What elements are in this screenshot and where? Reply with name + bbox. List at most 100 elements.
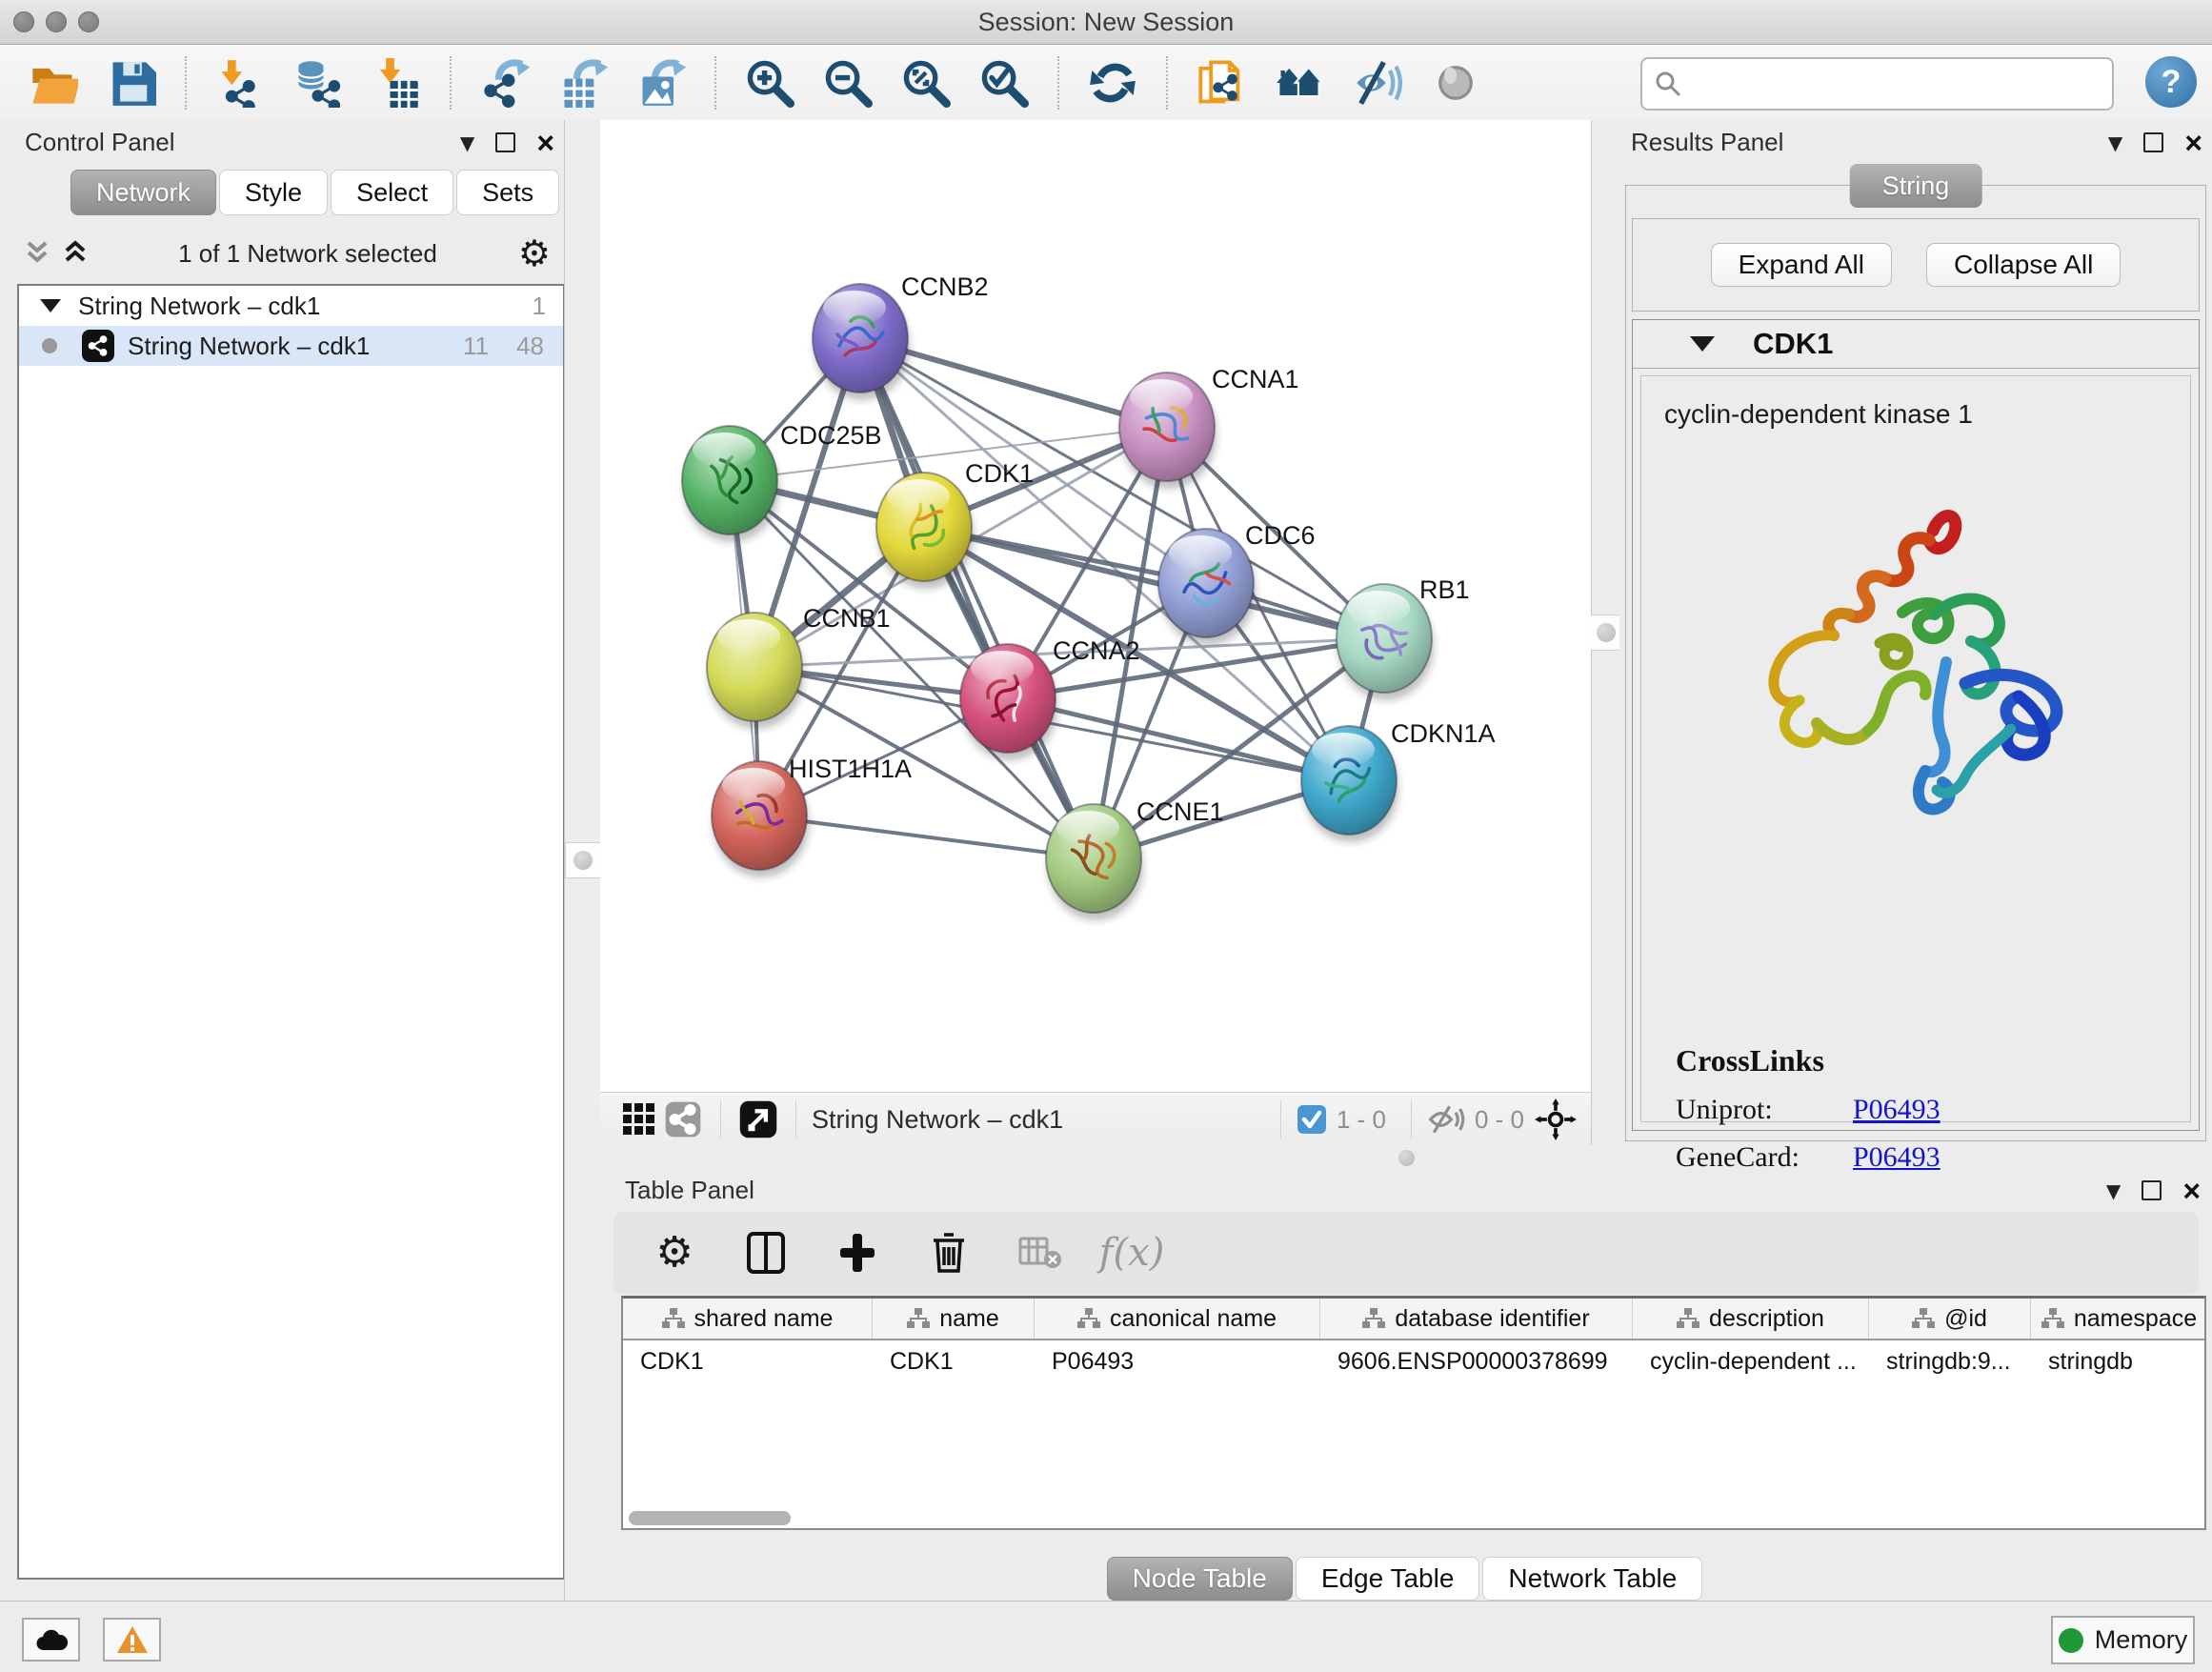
import-table-icon xyxy=(372,58,421,108)
crosslink-link[interactable]: P06493 xyxy=(1853,1141,1941,1174)
hide-details-button[interactable] xyxy=(1351,56,1404,110)
zoom-fit-button[interactable] xyxy=(899,56,953,110)
tab-sets[interactable]: Sets xyxy=(456,170,559,215)
save-session-icon xyxy=(107,58,156,108)
string-home-button[interactable] xyxy=(1273,56,1326,110)
export-image-button[interactable] xyxy=(634,56,688,110)
tab-network-table[interactable]: Network Table xyxy=(1482,1557,1702,1601)
control-panel-float-icon[interactable] xyxy=(495,132,515,152)
expand-all-button[interactable]: Expand All xyxy=(1711,243,1892,287)
network-node[interactable] xyxy=(960,644,1057,760)
table-options-gear-icon[interactable]: ⚙ xyxy=(650,1228,699,1278)
network-node[interactable] xyxy=(876,473,974,589)
selected-checkbox-icon[interactable] xyxy=(1297,1104,1327,1135)
column-header--id[interactable]: @id xyxy=(1869,1299,2031,1339)
table-cell: CDK1 xyxy=(873,1340,1035,1382)
cloud-button[interactable] xyxy=(22,1618,80,1662)
network-node[interactable] xyxy=(682,426,779,542)
network-node[interactable] xyxy=(1158,529,1256,645)
collapse-all-button[interactable]: Collapse All xyxy=(1926,243,2121,287)
node-label: RB1 xyxy=(1419,575,1470,604)
tab-edge-table[interactable]: Edge Table xyxy=(1296,1557,1480,1601)
hidden-eye-icon[interactable] xyxy=(1427,1103,1465,1136)
string-style-icon[interactable] xyxy=(661,1098,705,1141)
save-session-button[interactable] xyxy=(105,56,158,110)
control-panel-collapse-icon[interactable]: ▼ xyxy=(460,131,474,154)
zoom-out-button[interactable] xyxy=(821,56,875,110)
network-bullet-icon xyxy=(42,338,57,353)
open-in-window-icon[interactable] xyxy=(736,1098,780,1141)
left-splitter-handle[interactable] xyxy=(565,842,601,878)
table-panel-collapse-icon[interactable]: ▼ xyxy=(2106,1179,2121,1202)
column-header-database-identifier[interactable]: database identifier xyxy=(1320,1299,1633,1339)
table-hscrollbar[interactable] xyxy=(629,1511,791,1525)
table-row[interactable]: CDK1CDK1P064939606.ENSP00000378699cyclin… xyxy=(623,1340,2204,1382)
network-canvas[interactable]: CCNB2CCNA1CDC25BCDK1CDC6RB1CCNB1CCNA2CDK… xyxy=(600,120,1591,1092)
zoom-selected-button[interactable] xyxy=(977,56,1031,110)
network-edge-count: 48 xyxy=(516,332,544,361)
results-panel-close-icon[interactable]: × xyxy=(2184,133,2202,152)
network-row[interactable]: String Network – cdk1 11 48 xyxy=(19,326,563,366)
string-network-icon xyxy=(82,330,114,362)
expand-all-icon[interactable] xyxy=(61,237,97,270)
node-table: shared namenamecanonical namedatabase id… xyxy=(621,1296,2206,1530)
zoom-in-button[interactable] xyxy=(743,56,796,110)
string-home-icon xyxy=(1275,58,1324,108)
memory-label: Memory xyxy=(2095,1625,2188,1655)
tab-select[interactable]: Select xyxy=(331,170,453,215)
network-edge[interactable] xyxy=(759,816,1094,858)
collection-expander-icon[interactable] xyxy=(40,299,61,312)
export-image-icon xyxy=(636,58,686,108)
help-button[interactable]: ? xyxy=(2145,56,2197,108)
tab-style[interactable]: Style xyxy=(219,170,328,215)
column-header-description[interactable]: description xyxy=(1633,1299,1869,1339)
tab-node-table[interactable]: Node Table xyxy=(1107,1557,1293,1601)
birdseye-icon[interactable] xyxy=(1534,1098,1578,1141)
search-input[interactable] xyxy=(1682,64,2112,104)
network-collection-row[interactable]: String Network – cdk1 1 xyxy=(19,286,563,326)
export-table-button[interactable] xyxy=(556,56,610,110)
tab-network[interactable]: Network xyxy=(70,170,216,215)
column-header-namespace[interactable]: namespace xyxy=(2031,1299,2206,1339)
collapse-all-icon[interactable] xyxy=(25,237,61,270)
network-edge[interactable] xyxy=(924,527,1384,638)
node-label: CCNA1 xyxy=(1212,365,1299,393)
show-details-button[interactable] xyxy=(1429,56,1482,110)
control-panel-close-icon[interactable]: × xyxy=(536,133,554,152)
column-header-canonical-name[interactable]: canonical name xyxy=(1035,1299,1320,1339)
crosslink-link[interactable]: P06493 xyxy=(1853,1094,1941,1126)
import-network-file-button[interactable] xyxy=(213,56,267,110)
bottom-splitter-handle[interactable] xyxy=(1398,1150,1415,1166)
import-table-button[interactable] xyxy=(370,56,423,110)
show-columns-icon[interactable] xyxy=(741,1228,791,1278)
add-column-icon[interactable] xyxy=(833,1228,882,1278)
network-node[interactable] xyxy=(707,613,804,729)
import-network-database-button[interactable] xyxy=(292,56,345,110)
delete-column-icon[interactable] xyxy=(924,1228,974,1278)
table-panel-close-icon[interactable]: × xyxy=(2182,1181,2201,1200)
node-label: CDC25B xyxy=(780,421,882,450)
warning-button[interactable] xyxy=(103,1618,161,1662)
tab-string[interactable]: String xyxy=(1850,164,1982,208)
network-node[interactable] xyxy=(813,284,910,400)
function-builder-icon[interactable]: f(x) xyxy=(1107,1228,1156,1278)
gene-expander-icon[interactable] xyxy=(1690,336,1715,352)
memory-button[interactable]: Memory xyxy=(2051,1616,2195,1664)
gene-section-header[interactable]: CDK1 xyxy=(1633,320,2199,369)
network-options-gear-icon[interactable]: ⚙ xyxy=(518,235,551,272)
export-network-button[interactable] xyxy=(478,56,532,110)
refresh-button[interactable] xyxy=(1086,56,1139,110)
network-node[interactable] xyxy=(1046,804,1143,920)
zoom-selected-icon xyxy=(979,58,1029,108)
network-node[interactable] xyxy=(1119,373,1217,489)
open-session-button[interactable] xyxy=(27,56,80,110)
results-panel-float-icon[interactable] xyxy=(2143,132,2163,152)
results-panel-collapse-icon[interactable]: ▼ xyxy=(2108,131,2122,154)
table-panel-float-icon[interactable] xyxy=(2142,1180,2162,1200)
column-header-shared-name[interactable]: shared name xyxy=(623,1299,873,1339)
column-header-name[interactable]: name xyxy=(873,1299,1035,1339)
delete-table-icon[interactable] xyxy=(1016,1228,1065,1278)
clipboard-share-button[interactable] xyxy=(1195,56,1248,110)
network-node[interactable] xyxy=(1301,726,1398,842)
grid-view-icon[interactable] xyxy=(617,1098,661,1141)
